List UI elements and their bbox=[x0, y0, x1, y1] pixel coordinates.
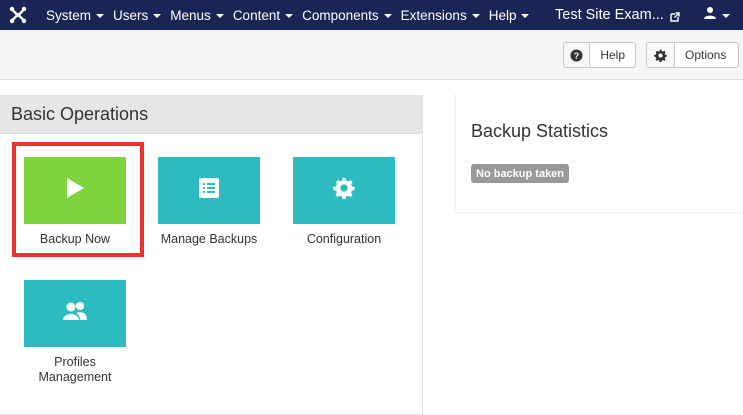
backup-now-tile[interactable] bbox=[24, 157, 126, 224]
toolbar: ? Help Options bbox=[0, 30, 743, 80]
configuration-button[interactable]: Configuration bbox=[293, 157, 395, 247]
configuration-label: Configuration bbox=[306, 232, 382, 246]
status-badge: No backup taken bbox=[471, 164, 570, 183]
gear-icon bbox=[333, 177, 355, 204]
play-icon bbox=[65, 177, 85, 204]
menu-system[interactable]: System bbox=[46, 7, 105, 23]
chevron-down-icon bbox=[153, 13, 162, 18]
menu-components[interactable]: Components bbox=[302, 8, 392, 23]
manage-backups-tile[interactable] bbox=[158, 157, 260, 224]
menu-help-label: Help bbox=[488, 7, 517, 23]
manage-backups-label: Manage Backups bbox=[160, 232, 258, 246]
joomla-logo-icon[interactable] bbox=[8, 5, 28, 25]
menu-content[interactable]: Content bbox=[232, 7, 294, 23]
backup-now-button[interactable]: Backup Now bbox=[24, 157, 126, 247]
manage-backups-button[interactable]: Manage Backups bbox=[158, 157, 260, 247]
menu-menus[interactable]: Menus bbox=[170, 8, 224, 23]
menu-extensions-label: Extensions bbox=[400, 7, 467, 23]
site-link-label: Test Site Exam... bbox=[555, 7, 664, 23]
svg-text:?: ? bbox=[574, 51, 580, 61]
menu-users[interactable]: Users bbox=[113, 7, 162, 23]
configuration-tile[interactable] bbox=[293, 157, 395, 224]
chevron-down-icon bbox=[215, 13, 224, 18]
menu-components-label: Components bbox=[302, 7, 379, 23]
menu-help[interactable]: Help bbox=[489, 8, 530, 23]
menu-content-label: Content bbox=[232, 7, 281, 23]
menu-menus-label: Menus bbox=[170, 7, 211, 23]
list-icon bbox=[198, 177, 220, 204]
users-icon bbox=[62, 301, 88, 326]
chevron-down-icon bbox=[471, 13, 480, 18]
chevron-down-icon bbox=[96, 13, 105, 18]
gear-icon bbox=[647, 43, 675, 67]
main-menu: System Users Menus Content Components Ex… bbox=[46, 0, 538, 30]
backup-statistics-title: Backup Statistics bbox=[471, 121, 609, 141]
menu-extensions[interactable]: Extensions bbox=[401, 8, 480, 23]
external-link-icon bbox=[670, 10, 680, 22]
chevron-down-icon bbox=[383, 13, 392, 18]
backup-now-label: Backup Now bbox=[39, 232, 111, 246]
chevron-down-icon bbox=[285, 13, 294, 18]
profiles-management-label: Profiles Management bbox=[38, 355, 112, 384]
site-link[interactable]: Test Site Exam... bbox=[555, 0, 680, 30]
help-button[interactable]: ? Help bbox=[563, 42, 636, 68]
chevron-down-icon bbox=[521, 13, 530, 18]
options-button[interactable]: Options bbox=[646, 42, 739, 68]
menu-users-label: Users bbox=[113, 7, 149, 23]
user-icon bbox=[703, 6, 717, 25]
backup-statistics-panel bbox=[455, 95, 743, 213]
basic-operations-title: Basic Operations bbox=[0, 96, 422, 134]
menu-system-label: System bbox=[46, 7, 92, 23]
profiles-management-tile[interactable] bbox=[24, 280, 126, 347]
question-circle-icon: ? bbox=[564, 43, 591, 67]
top-navbar: System Users Menus Content Components Ex… bbox=[0, 0, 743, 30]
user-menu[interactable] bbox=[703, 0, 730, 30]
help-button-label: Help bbox=[600, 48, 625, 62]
profiles-management-button[interactable]: Profiles Management bbox=[24, 280, 126, 385]
options-button-label: Options bbox=[685, 48, 727, 62]
chevron-down-icon bbox=[722, 13, 730, 18]
